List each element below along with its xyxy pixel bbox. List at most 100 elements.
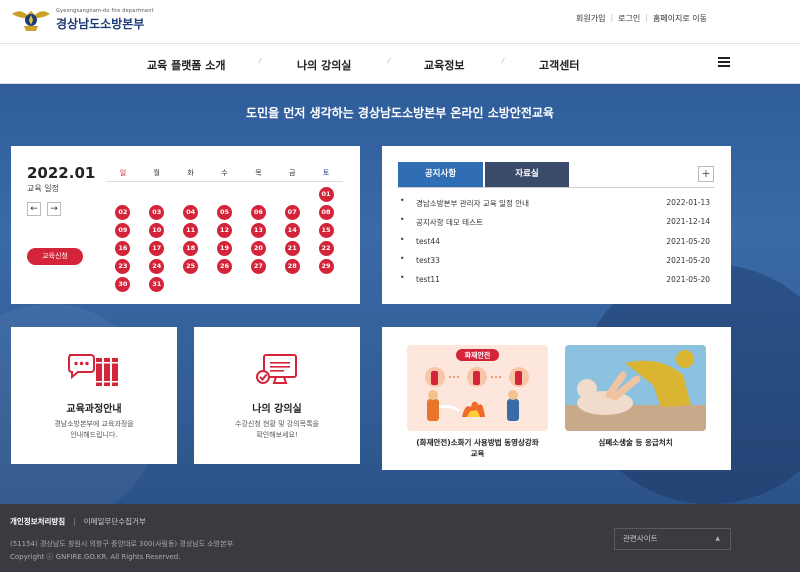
nav-item-customer-center[interactable]: 고객센터 (539, 57, 579, 73)
calendar-cell: 08 (309, 203, 343, 221)
related-sites-select[interactable]: 관련사이트 ▲ (614, 528, 731, 550)
weekday-label: 금 (288, 169, 296, 177)
calendar-cell: 07 (275, 203, 309, 221)
prev-month-button[interactable]: ← (27, 202, 41, 216)
calendar-cell: 01 (309, 185, 343, 203)
info-card-title: 교육과정안내 (66, 404, 122, 415)
calendar-cell: 16 (106, 239, 140, 257)
calendar-day[interactable]: 07 (284, 204, 300, 220)
calendar-cell: 04 (174, 203, 208, 221)
calendar-day[interactable]: 29 (318, 258, 334, 274)
calendar-day[interactable]: 24 (149, 258, 165, 274)
calendar-day[interactable]: 10 (149, 222, 165, 238)
calendar-day[interactable]: 23 (115, 258, 131, 274)
weekday-label: 일 (119, 169, 127, 177)
site-logo[interactable]: Gyeongsangnam-do fire department 경상남도소방본… (10, 6, 154, 34)
my-classroom-card[interactable]: 나의 강의실 수강신청 현황 및 강의목록을 확인해보세요! (194, 327, 360, 464)
course-info-card[interactable]: 교육과정안내 경남소방본부에 교육과정을 안내해드립니다. (11, 327, 177, 464)
calendar-day[interactable]: 26 (216, 258, 232, 274)
next-month-button[interactable]: → (47, 202, 61, 216)
calendar-day[interactable]: 16 (115, 240, 131, 256)
related-sites-label: 관련사이트 (623, 534, 658, 543)
calendar-day[interactable]: 08 (318, 204, 334, 220)
weekday-label: 목 (255, 169, 262, 177)
calendar-cell: 29 (309, 257, 343, 275)
nav-item-platform-intro[interactable]: 교육 플랫폼 소개 (147, 57, 226, 73)
notice-item[interactable]: • test11 2021-05-20 (398, 273, 714, 292)
tab-resources[interactable]: 자료실 (485, 162, 569, 187)
calendar-cell: 15 (309, 221, 343, 239)
calendar-cell (309, 275, 343, 293)
calendar-cell: 28 (275, 257, 309, 275)
calendar-day[interactable]: 15 (318, 222, 334, 238)
calendar-day[interactable]: 19 (216, 240, 232, 256)
weekday-label: 수 (221, 169, 228, 177)
notice-title[interactable]: test44 (416, 237, 440, 246)
video-thumbnail-fire-extinguisher[interactable]: 화재안전 (407, 345, 548, 431)
email-policy-link[interactable]: 이메일무단수집거부 (84, 516, 146, 527)
calendar-day[interactable]: 22 (318, 240, 334, 256)
signup-link[interactable]: 회원가입 (571, 13, 610, 24)
video-lecture-card: 화재안전 (화재안전)소화기 사용방법 동영상강좌 교육 심폐소생술 등 응급처… (382, 327, 731, 470)
bullet: • (400, 253, 405, 263)
video-caption-line: 교육 (470, 449, 485, 458)
notice-item[interactable]: • test33 2021-05-20 (398, 254, 714, 273)
nav-item-my-classroom[interactable]: 나의 강의실 (297, 57, 351, 73)
calendar-card: 2022.01 교육 일정 ← → 교육신청 일 월 화 수 목 금 토 01 0… (11, 146, 360, 304)
apply-course-button[interactable]: 교육신청 (27, 248, 83, 265)
nav-item-education-info[interactable]: 교육정보 (424, 57, 464, 73)
calendar-day[interactable]: 01 (318, 186, 334, 202)
calendar-day[interactable]: 11 (183, 222, 199, 238)
homepage-link[interactable]: 홈페이지로 이동 (648, 13, 712, 24)
menu-icon[interactable] (718, 57, 730, 67)
info-card-desc-line: 안내해드립니다. (70, 431, 118, 439)
calendar-cell: 11 (174, 221, 208, 239)
notice-title[interactable]: test33 (416, 256, 440, 265)
info-card-description: 경남소방본부에 교육과정을 안내해드립니다. (11, 419, 177, 441)
calendar-day[interactable]: 06 (250, 204, 266, 220)
calendar-cell (208, 185, 242, 203)
calendar-day[interactable]: 18 (183, 240, 199, 256)
video-thumbnail-cpr[interactable] (565, 345, 706, 431)
calendar-cell: 26 (208, 257, 242, 275)
hero-section: 도민을 먼저 생각하는 경상남도소방본부 온라인 소방안전교육 2022.01 … (0, 84, 800, 504)
notice-item[interactable]: • test44 2021-05-20 (398, 235, 714, 254)
more-button[interactable]: + (698, 166, 714, 182)
calendar-day[interactable]: 28 (284, 258, 300, 274)
login-link[interactable]: 로그인 (613, 13, 645, 24)
calendar-cell (241, 185, 275, 203)
calendar-day[interactable]: 13 (250, 222, 266, 238)
calendar-day[interactable]: 02 (115, 204, 131, 220)
calendar-cell: 30 (106, 275, 140, 293)
notice-title[interactable]: 공지사항 데모 테스트 (416, 217, 483, 228)
calendar-day[interactable]: 05 (216, 204, 232, 220)
notice-list: • 경남소방본부 관리자 교육 일정 안내 2022-01-13 • 공지사항 … (398, 196, 714, 292)
footer-separator: | (73, 517, 76, 526)
notice-title[interactable]: 경남소방본부 관리자 교육 일정 안내 (416, 198, 529, 209)
video-caption-line: (화재안전)소화기 사용방법 동영상강좌 (416, 438, 539, 447)
calendar-day[interactable]: 14 (284, 222, 300, 238)
calendar-day[interactable]: 09 (115, 222, 131, 238)
calendar-day[interactable]: 20 (250, 240, 266, 256)
info-card-description: 수강신청 현황 및 강의목록을 확인해보세요! (194, 419, 360, 441)
calendar-day[interactable]: 27 (250, 258, 266, 274)
info-card-icon-wrap (11, 352, 177, 388)
tab-notice[interactable]: 공지사항 (398, 162, 483, 187)
notice-item[interactable]: • 공지사항 데모 테스트 2021-12-14 (398, 215, 714, 234)
calendar-day[interactable]: 04 (183, 204, 199, 220)
notice-date: 2022-01-13 (666, 198, 710, 207)
calendar-day[interactable]: 30 (115, 276, 131, 292)
calendar-day[interactable]: 21 (284, 240, 300, 256)
privacy-policy-link[interactable]: 개인정보처리방침 (10, 516, 65, 527)
notice-item[interactable]: • 경남소방본부 관리자 교육 일정 안내 2022-01-13 (398, 196, 714, 215)
calendar-month: 2022.01 (27, 164, 96, 182)
calendar-day[interactable]: 25 (183, 258, 199, 274)
calendar-subtitle: 교육 일정 (27, 184, 59, 193)
calendar-day[interactable]: 31 (149, 276, 165, 292)
notice-date: 2021-05-20 (666, 236, 710, 246)
calendar-day[interactable]: 03 (149, 204, 165, 220)
calendar-days: 01 02 03 04 05 06 07 08 09 10 11 12 13 14 15 16 17 18 19 20… (106, 185, 343, 293)
calendar-day[interactable]: 12 (216, 222, 232, 238)
notice-title[interactable]: test11 (416, 275, 440, 284)
calendar-day[interactable]: 17 (149, 240, 165, 256)
